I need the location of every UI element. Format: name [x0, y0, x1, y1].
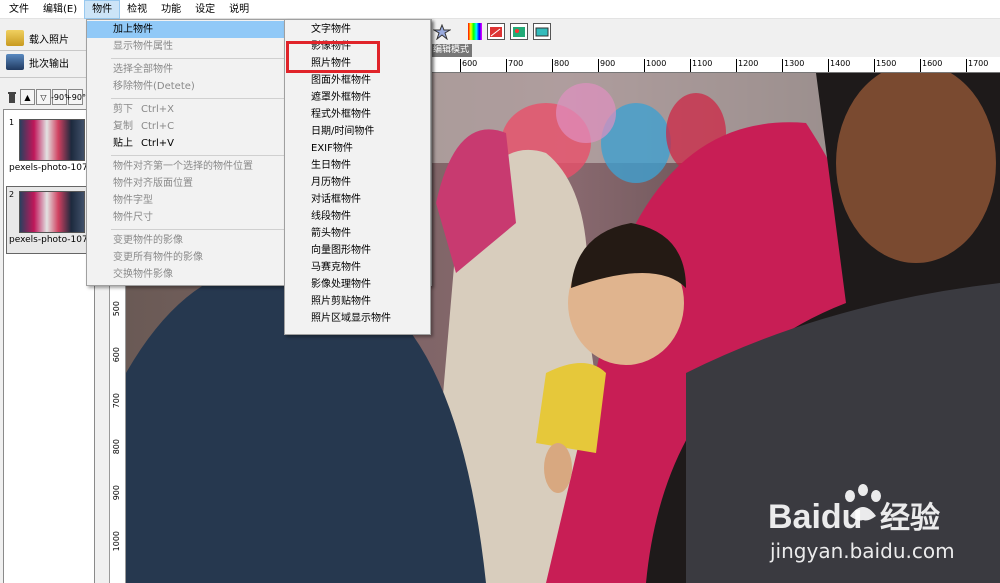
menu-item-shortcut: Ctrl+V	[141, 138, 175, 149]
menu-help[interactable]: 说明	[222, 0, 256, 19]
submenu-item-line[interactable]: 线段物件	[311, 208, 351, 225]
batch-output-label: 批次输出	[29, 58, 69, 70]
watermark-brand-cn: 经验	[880, 501, 940, 536]
thumb-number: 1	[9, 118, 15, 127]
ruler-tick: 900	[598, 59, 615, 72]
batch-icon	[6, 54, 24, 70]
rotate-right-button[interactable]: +90°	[65, 89, 86, 105]
toolbar	[430, 19, 1000, 44]
trash-icon[interactable]	[4, 89, 19, 105]
menu-item-label: 变更物件的影像	[113, 235, 183, 246]
ruler-tick: 900	[112, 485, 121, 501]
horizontal-ruler: 600 700 800 900 1000 1100 1200 1300 1400…	[430, 57, 1000, 73]
menu-edit[interactable]: 编辑(E)	[36, 0, 84, 19]
menu-item-label: 显示物件属性	[113, 41, 173, 52]
submenu-item-photo-region[interactable]: 照片区域显示物件	[311, 310, 391, 327]
photo-list[interactable]: 1 pexels-photo-107... 2 pexels-photo-107…	[3, 109, 96, 583]
submenu-item-calendar[interactable]: 月历物件	[311, 174, 351, 191]
ruler-tick: 600	[460, 59, 477, 72]
thumb-caption: pexels-photo-107...	[9, 235, 97, 245]
ruler-tick: 1100	[690, 59, 712, 72]
photo-icon[interactable]	[510, 23, 528, 40]
menu-bar: 文件 编辑(E) 物件 检视 功能 设定 说明	[0, 0, 1000, 19]
photo-thumb[interactable]: 1 pexels-photo-107...	[6, 114, 96, 182]
thumb-image	[19, 191, 85, 233]
submenu-item-birthday[interactable]: 生日物件	[311, 157, 351, 174]
menu-item-label: 加上物件	[113, 24, 153, 35]
ruler-tick: 1500	[874, 59, 896, 72]
menu-item-label: 物件对齐第一个选择的物件位置	[113, 161, 253, 172]
submenu-item-text[interactable]: 文字物件	[311, 21, 351, 38]
watermark-url: jingyan.baidu.com	[769, 539, 955, 563]
menu-item-label: 交换物件影像	[113, 269, 173, 280]
ruler-tick: 500	[112, 301, 121, 317]
rotate-toolbar: ▲ ▽ -90° +90°	[4, 89, 86, 105]
thumb-caption: pexels-photo-107...	[9, 163, 97, 173]
edit-image-icon[interactable]	[487, 23, 505, 40]
photo-thumb-selected[interactable]: 2 pexels-photo-107...	[6, 186, 96, 254]
vertical-ruler: 500 600 700 800 900 1000	[110, 285, 126, 583]
ruler-tick: 1000	[112, 531, 121, 552]
submenu-item-mosaic[interactable]: 马赛克物件	[311, 259, 361, 276]
thumb-image	[19, 119, 85, 161]
load-photo-label: 载入照片	[29, 34, 69, 46]
ruler-tick: 1400	[828, 59, 850, 72]
menu-function[interactable]: 功能	[154, 0, 188, 19]
ruler-tick: 1000	[644, 59, 666, 72]
ruler-tick: 800	[112, 439, 121, 455]
thumb-number: 2	[9, 190, 15, 199]
menu-item-label: 贴上	[113, 138, 133, 149]
screen-icon[interactable]	[533, 23, 551, 40]
menu-view[interactable]: 检视	[120, 0, 154, 19]
menu-object[interactable]: 物件	[84, 0, 121, 19]
ruler-tick: 1700	[966, 59, 988, 72]
ruler-tick: 800	[552, 59, 569, 72]
submenu-item-photo-clip[interactable]: 照片剪贴物件	[311, 293, 371, 310]
baidu-watermark: Baidu 经验 jingyan.baidu.com	[768, 484, 955, 563]
menu-item-label: 剪下	[113, 104, 133, 115]
submenu-item-mask-frame[interactable]: 遮罩外框物件	[311, 89, 371, 106]
batch-output-button[interactable]: 批次输出	[6, 52, 69, 72]
mode-label: 编辑模式	[430, 44, 473, 57]
ruler-tick: 700	[112, 393, 121, 409]
ruler-tick: 1200	[736, 59, 758, 72]
ruler-tick: 1600	[920, 59, 942, 72]
menu-settings[interactable]: 设定	[188, 0, 222, 19]
menu-file[interactable]: 文件	[2, 0, 36, 19]
submenu-item-vector[interactable]: 向量图形物件	[311, 242, 371, 259]
menu-item-label: 复制	[113, 121, 133, 132]
menu-item-shortcut: Ctrl+X	[141, 104, 175, 115]
submenu-item-arrow[interactable]: 箭头物件	[311, 225, 351, 242]
menu-item-label: 物件字型	[113, 195, 153, 206]
move-down-button[interactable]: ▽	[36, 89, 51, 105]
move-up-button[interactable]: ▲	[20, 89, 35, 105]
menu-item-label: 移除物件(Detete)	[113, 81, 195, 92]
submenu-item-picture-frame[interactable]: 图面外框物件	[311, 72, 371, 89]
watermark-brand: Baidu	[768, 498, 862, 536]
menu-item-label: 物件尺寸	[113, 212, 153, 223]
submenu-item-image-processing[interactable]: 影像处理物件	[311, 276, 371, 293]
menu-item-label: 变更所有物件的影像	[113, 252, 203, 263]
menu-item-shortcut: Ctrl+C	[141, 121, 175, 132]
menu-item-label: 选择全部物件	[113, 64, 173, 75]
ruler-tick: 600	[112, 347, 121, 363]
highlight-box	[286, 41, 380, 73]
palette-icon[interactable]	[468, 23, 482, 40]
submenu-item-exif[interactable]: EXIF物件	[311, 140, 353, 157]
star-arrow-icon[interactable]	[433, 23, 451, 40]
submenu-item-program-frame[interactable]: 程式外框物件	[311, 106, 371, 123]
ruler-tick: 700	[506, 59, 523, 72]
submenu-item-dialog[interactable]: 对话框物件	[311, 191, 361, 208]
submenu-item-datetime[interactable]: 日期/时间物件	[311, 123, 374, 140]
ruler-tick: 1300	[782, 59, 804, 72]
menu-item-label: 物件对齐版面位置	[113, 178, 193, 189]
app-window: 文件 编辑(E) 物件 检视 功能 设定 说明 载入照片 批次输出 ▲ ▽ -9…	[0, 0, 1000, 583]
load-photo-button[interactable]: 载入照片	[6, 28, 69, 48]
folder-icon	[6, 30, 24, 46]
